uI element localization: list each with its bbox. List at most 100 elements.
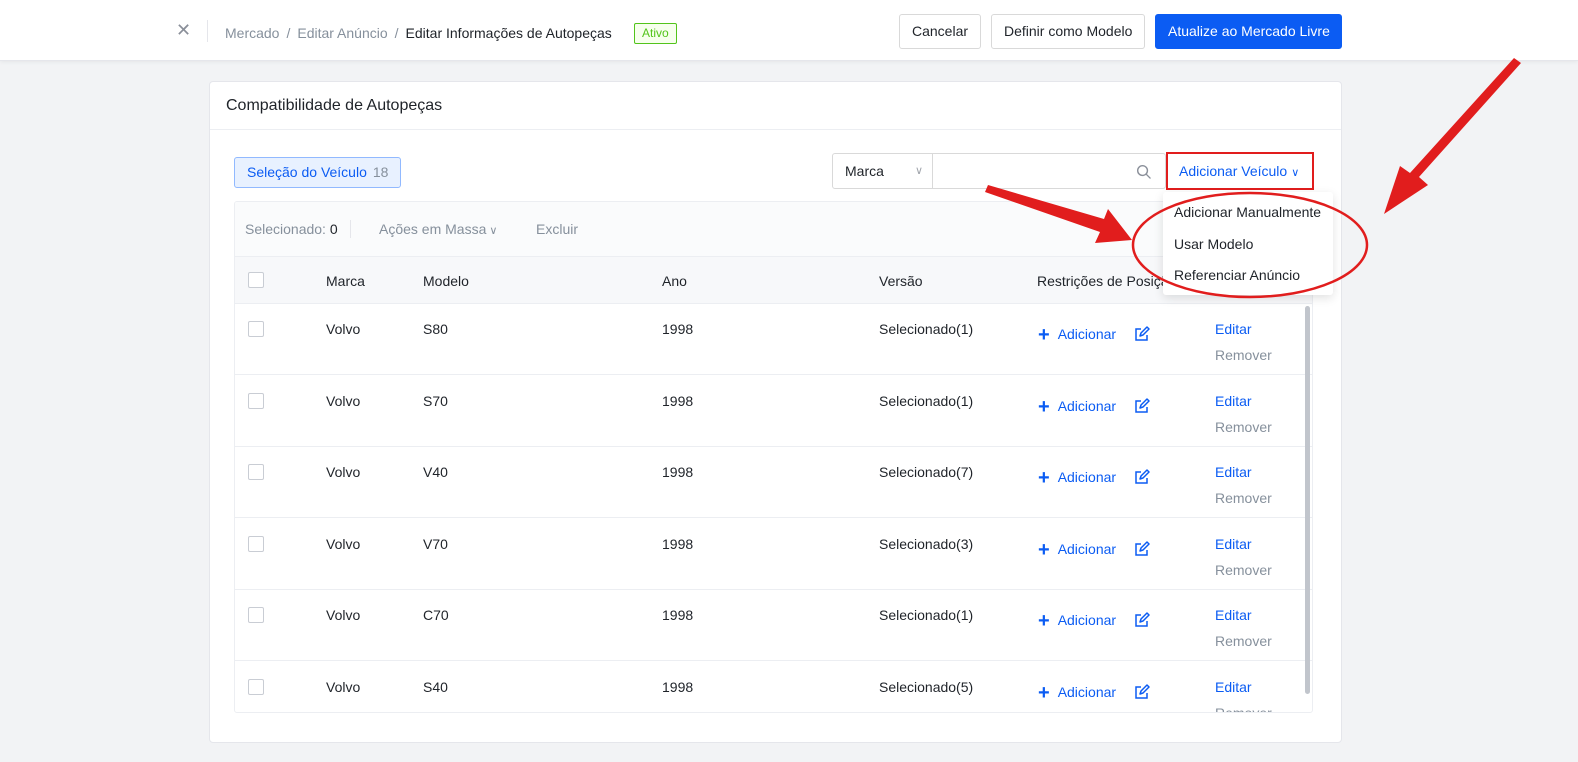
row-checkbox[interactable] (248, 321, 264, 337)
top-header: ✕ Mercado / Editar Anúncio / Editar Informaç… (0, 0, 1578, 61)
edit-row-button[interactable]: Editar (1215, 607, 1252, 623)
breadcrumb-item-edit-listing[interactable]: Editar Anúncio (297, 25, 387, 41)
cell-version[interactable]: Selecionado(7) (879, 464, 973, 480)
edit-icon[interactable] (1134, 683, 1150, 700)
add-position-button[interactable]: + Adicionar (1038, 467, 1116, 490)
column-year: Ano (662, 273, 687, 289)
cell-brand: Volvo (326, 464, 361, 480)
column-model: Modelo (423, 273, 469, 289)
table-toolbar: Selecionado: 0 Ações em Massa ∨ Excluir (235, 202, 1312, 256)
brand-select[interactable]: Marca ∨ (832, 153, 933, 189)
edit-icon[interactable] (1134, 326, 1150, 342)
cell-model: C70 (423, 607, 449, 623)
remove-row-button[interactable]: Remover (1215, 419, 1272, 435)
add-position-label: Adicionar (1057, 612, 1117, 628)
edit-icon[interactable] (1134, 540, 1150, 557)
add-position-button[interactable]: + Adicionar (1038, 539, 1116, 562)
column-brand: Marca (326, 273, 365, 289)
remove-row-button[interactable]: Remover (1215, 633, 1272, 649)
update-mercado-livre-button[interactable]: Atualize ao Mercado Livre (1155, 14, 1342, 49)
selected-count: Selecionado: 0 (245, 221, 338, 237)
table-row: Volvo V40 1998 Selecionado(7) + Adicionar Edit… (235, 447, 1312, 518)
edit-row-button[interactable]: Editar (1215, 464, 1252, 480)
edit-row-button[interactable]: Editar (1215, 679, 1252, 695)
menu-item-reference-listing[interactable]: Referenciar Anúncio (1174, 267, 1300, 283)
add-vehicle-menu: Adicionar Manualmente Usar Modelo Refere… (1163, 192, 1333, 295)
row-checkbox[interactable] (248, 535, 264, 552)
bulk-actions-dropdown[interactable]: Ações em Massa ∨ (379, 221, 497, 237)
remove-row-button[interactable]: Remover (1215, 562, 1272, 578)
cell-version[interactable]: Selecionado(3) (879, 536, 973, 552)
remove-row-button[interactable]: Remover (1215, 490, 1272, 506)
edit-row-button[interactable]: Editar (1215, 321, 1252, 337)
row-checkbox[interactable] (248, 464, 264, 480)
breadcrumb-item-market[interactable]: Mercado (225, 25, 279, 41)
plus-icon: + (1038, 324, 1050, 346)
row-checkbox[interactable] (248, 607, 264, 623)
row-checkbox[interactable] (248, 678, 264, 695)
close-icon[interactable]: ✕ (176, 21, 192, 39)
cell-version[interactable]: Selecionado(1) (879, 393, 973, 409)
remove-row-button[interactable]: Remover (1215, 705, 1272, 713)
remove-row-button[interactable]: Remover (1215, 347, 1272, 363)
cell-model: S80 (423, 321, 448, 337)
card-divider (210, 129, 1341, 130)
table-header: Marca Modelo Ano Versão Restrições de Po… (235, 256, 1312, 304)
select-all-checkbox[interactable] (248, 272, 264, 288)
add-position-button[interactable]: + Adicionar (1038, 610, 1116, 633)
compatibility-card: Compatibilidade de Autopeças Seleção do … (209, 81, 1342, 743)
add-position-button[interactable]: + Adicionar (1038, 396, 1116, 419)
menu-item-use-template[interactable]: Usar Modelo (1174, 236, 1253, 252)
toolbar-divider (350, 220, 351, 238)
plus-icon: + (1038, 395, 1050, 418)
cell-model: S70 (423, 392, 448, 409)
edit-row-button[interactable]: Editar (1215, 393, 1252, 409)
plus-icon: + (1038, 538, 1050, 561)
cell-version[interactable]: Selecionado(1) (879, 321, 973, 337)
status-badge: Ativo (634, 23, 677, 44)
breadcrumb: Mercado / Editar Anúncio / Editar Informaçõe… (225, 25, 612, 41)
add-position-label: Adicionar (1057, 397, 1117, 414)
cell-year: 1998 (662, 535, 694, 552)
cell-year: 1998 (662, 392, 694, 409)
edit-icon[interactable] (1134, 397, 1150, 414)
column-version: Versão (879, 273, 923, 289)
vehicle-selection-label: Seleção do Veículo (247, 164, 367, 180)
brand-select-value: Marca (845, 163, 884, 179)
chevron-down-icon: ∨ (914, 165, 923, 177)
table-row: Volvo S70 1998 Selecionado(1) + Adicionar Edit… (235, 376, 1312, 447)
row-checkbox[interactable] (248, 392, 264, 409)
selected-label: Selecionado: (245, 221, 326, 237)
vehicle-table: Selecionado: 0 Ações em Massa ∨ Excluir M… (234, 201, 1313, 713)
add-position-button[interactable]: + Adicionar (1038, 324, 1116, 347)
edit-icon[interactable] (1134, 612, 1150, 628)
cell-model: V40 (423, 464, 448, 480)
search-icon[interactable] (1136, 164, 1151, 179)
search-input[interactable] (932, 154, 1122, 188)
add-position-label: Adicionar (1057, 469, 1117, 485)
add-vehicle-button[interactable]: Adicionar Veículo ∨ (1166, 152, 1314, 190)
add-position-label: Adicionar (1057, 540, 1117, 557)
edit-row-button[interactable]: Editar (1215, 536, 1252, 552)
add-position-label: Adicionar (1057, 683, 1117, 700)
cell-model: S40 (423, 678, 448, 695)
cancel-button[interactable]: Cancelar (899, 14, 981, 49)
annotation-arrow-right (1384, 58, 1521, 214)
vehicle-selection-tab[interactable]: Seleção do Veículo 18 (234, 157, 402, 188)
add-vehicle-label: Adicionar Veículo (1179, 163, 1288, 179)
edit-icon[interactable] (1134, 469, 1150, 485)
breadcrumb-separator: / (394, 25, 399, 41)
table-scrollbar[interactable] (1305, 306, 1310, 694)
add-position-button[interactable]: + Adicionar (1038, 682, 1116, 705)
cell-model: V70 (423, 535, 448, 552)
header-divider (207, 20, 208, 42)
set-as-template-button[interactable]: Definir como Modelo (991, 14, 1145, 49)
table-row: Volvo C70 1998 Selecionado(1) + Adicionar Edit… (235, 590, 1312, 661)
delete-button[interactable]: Excluir (536, 221, 578, 237)
cell-version[interactable]: Selecionado(1) (879, 607, 973, 623)
breadcrumb-item-current: Editar Informações de Autopeças (405, 25, 612, 41)
menu-item-add-manually[interactable]: Adicionar Manualmente (1174, 204, 1321, 220)
cell-brand: Volvo (326, 392, 361, 409)
cell-version[interactable]: Selecionado(5) (879, 679, 973, 695)
plus-icon: + (1038, 467, 1050, 489)
